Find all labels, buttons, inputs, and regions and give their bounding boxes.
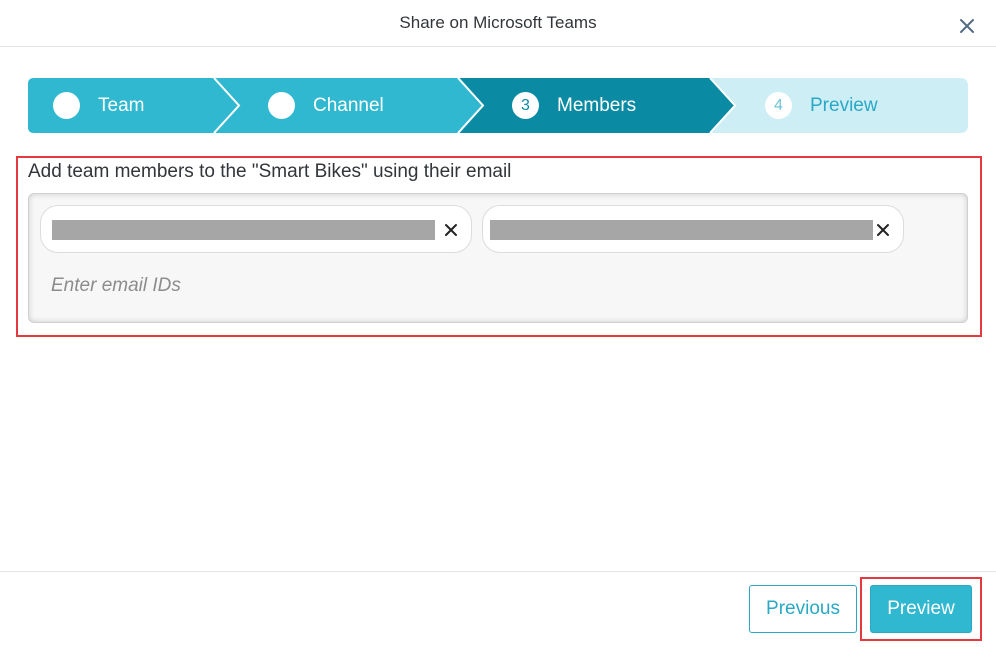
- dialog-header: Share on Microsoft Teams: [0, 0, 996, 47]
- step-label: Preview: [810, 94, 878, 116]
- step-team[interactable]: Team: [53, 78, 144, 133]
- step-members[interactable]: 3 Members: [512, 78, 636, 133]
- step-preview[interactable]: 4 Preview: [765, 78, 878, 133]
- check-icon: [53, 81, 80, 119]
- dialog-title: Share on Microsoft Teams: [399, 13, 597, 32]
- previous-button[interactable]: Previous: [749, 585, 857, 633]
- email-placeholder[interactable]: Enter email IDs: [51, 275, 181, 297]
- redacted-email: [490, 220, 873, 240]
- preview-highlight-frame: [860, 577, 982, 641]
- email-token: [482, 205, 904, 253]
- wizard-steps: Team Channel 3 Members 4 Preview: [28, 78, 968, 133]
- close-icon[interactable]: [874, 221, 892, 239]
- check-icon: [268, 81, 295, 119]
- members-instruction: Add team members to the "Smart Bikes" us…: [28, 161, 512, 182]
- step-label: Members: [557, 94, 637, 116]
- email-token: [40, 205, 472, 253]
- step-label: Channel: [313, 94, 384, 116]
- step-channel[interactable]: Channel: [268, 78, 384, 133]
- close-icon[interactable]: [442, 221, 460, 239]
- redacted-email: [52, 220, 435, 240]
- step-label: Team: [98, 94, 145, 116]
- step-number: 3: [512, 92, 539, 119]
- close-icon[interactable]: [955, 14, 979, 38]
- step-number: 4: [765, 92, 792, 119]
- email-token-input[interactable]: Enter email IDs: [28, 193, 968, 323]
